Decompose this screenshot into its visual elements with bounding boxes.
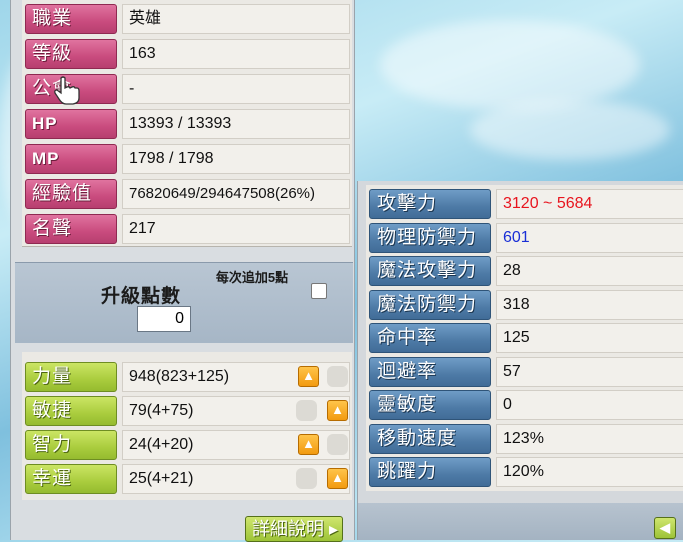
level-value: 163 [122, 39, 350, 69]
int-row: 智力 24(4+20) ▲ [25, 430, 350, 460]
detail-button-label: 詳細說明 [252, 519, 324, 539]
attack-row: 攻擊力 3120 ~ 5684 [369, 189, 683, 219]
exp-value: 76820649/294647508(26%) [122, 179, 350, 209]
auto-assign-checkbox[interactable] [311, 283, 327, 299]
accuracy-value: 125 [496, 323, 683, 353]
accuracy-label: 命中率 [369, 323, 491, 353]
magic-attack-row: 魔法攻擊力 28 [369, 256, 683, 286]
speed-row: 移動速度 123% [369, 424, 683, 454]
weapon-def-label: 物理防禦力 [369, 223, 491, 253]
ability-point-value: 0 [137, 306, 191, 332]
job-value: 英雄 [122, 4, 350, 34]
mp-value: 1798 / 1798 [122, 144, 350, 174]
str-row: 力量 948(823+125) ▲ [25, 362, 350, 392]
disabled-slot [327, 366, 348, 387]
hp-value: 13393 / 13393 [122, 109, 350, 139]
weapon-def-value: 601 [496, 223, 683, 253]
mp-label: MP [25, 144, 117, 174]
speed-value: 123% [496, 424, 683, 454]
hp-label: HP [25, 109, 117, 139]
avoid-row: 迴避率 57 [369, 357, 683, 387]
magic-def-row: 魔法防禦力 318 [369, 290, 683, 320]
level-label: 等級 [25, 39, 117, 69]
fame-label: 名聲 [25, 214, 117, 244]
level-row: 等級 163 [25, 39, 350, 69]
dex-label: 敏捷 [25, 396, 117, 426]
exp-label: 經驗值 [25, 179, 117, 209]
jump-value: 120% [496, 457, 683, 487]
guild-value: - [122, 74, 350, 104]
disabled-slot [296, 468, 317, 489]
exp-row: 經驗值 76820649/294647508(26%) [25, 179, 350, 209]
jump-row: 跳躍力 120% [369, 457, 683, 487]
magic-def-value: 318 [496, 290, 683, 320]
job-row: 職業 英雄 [25, 4, 350, 34]
character-info-box: 職業 英雄 等級 163 公會 - HP 13393 / 13393 MP 17… [22, 0, 352, 247]
ability-point-label: 升級點數 [101, 286, 182, 307]
avoid-value: 57 [496, 357, 683, 387]
detail-footer: ◀ [358, 503, 683, 540]
avoid-label: 迴避率 [369, 357, 491, 387]
disabled-slot [296, 400, 317, 421]
add-luk-button[interactable]: ▲ [327, 468, 348, 489]
hands-value: 0 [496, 390, 683, 420]
str-label: 力量 [25, 362, 117, 392]
ability-point-section: 升級點數 0 每次追加5點 [15, 262, 353, 343]
background-cloud [380, 20, 640, 110]
attack-value: 3120 ~ 5684 [496, 189, 683, 219]
close-detail-button[interactable]: ◀ [654, 517, 676, 539]
detail-button[interactable]: 詳細說明 ▸ [245, 516, 343, 542]
hands-label: 靈敏度 [369, 390, 491, 420]
detailed-stats-box: 攻擊力 3120 ~ 5684 物理防禦力 601 魔法攻擊力 28 魔法防禦力… [366, 185, 683, 491]
weapon-def-row: 物理防禦力 601 [369, 223, 683, 253]
speed-label: 移動速度 [369, 424, 491, 454]
fame-row: 名聲 217 [25, 214, 350, 244]
luk-label: 幸運 [25, 464, 117, 494]
accuracy-row: 命中率 125 [369, 323, 683, 353]
disabled-slot [327, 434, 348, 455]
hp-row: HP 13393 / 13393 [25, 109, 350, 139]
job-label: 職業 [25, 4, 117, 34]
dex-row: 敏捷 79(4+75) ▲ [25, 396, 350, 426]
attack-label: 攻擊力 [369, 189, 491, 219]
arrow-left-icon: ◀ [660, 520, 670, 535]
add-str-button[interactable]: ▲ [298, 366, 319, 387]
base-stats-box: 力量 948(823+125) ▲ 敏捷 79(4+75) ▲ 智力 24(4+… [22, 352, 352, 500]
character-info-panel: 職業 英雄 等級 163 公會 - HP 13393 / 13393 MP 17… [10, 0, 355, 542]
luk-row: 幸運 25(4+21) ▲ [25, 464, 350, 494]
hands-row: 靈敏度 0 [369, 390, 683, 420]
hand-cursor-icon [54, 76, 80, 105]
magic-def-label: 魔法防禦力 [369, 290, 491, 320]
fame-value: 217 [122, 214, 350, 244]
detailed-stats-panel: 攻擊力 3120 ~ 5684 物理防禦力 601 魔法攻擊力 28 魔法防禦力… [357, 181, 683, 540]
mp-row: MP 1798 / 1798 [25, 144, 350, 174]
auto-assign-label: 每次追加5點 [215, 270, 289, 285]
add-int-button[interactable]: ▲ [298, 434, 319, 455]
int-label: 智力 [25, 430, 117, 460]
background-cloud [470, 100, 670, 160]
magic-attack-value: 28 [496, 256, 683, 286]
magic-attack-label: 魔法攻擊力 [369, 256, 491, 286]
jump-label: 跳躍力 [369, 457, 491, 487]
add-dex-button[interactable]: ▲ [327, 400, 348, 421]
